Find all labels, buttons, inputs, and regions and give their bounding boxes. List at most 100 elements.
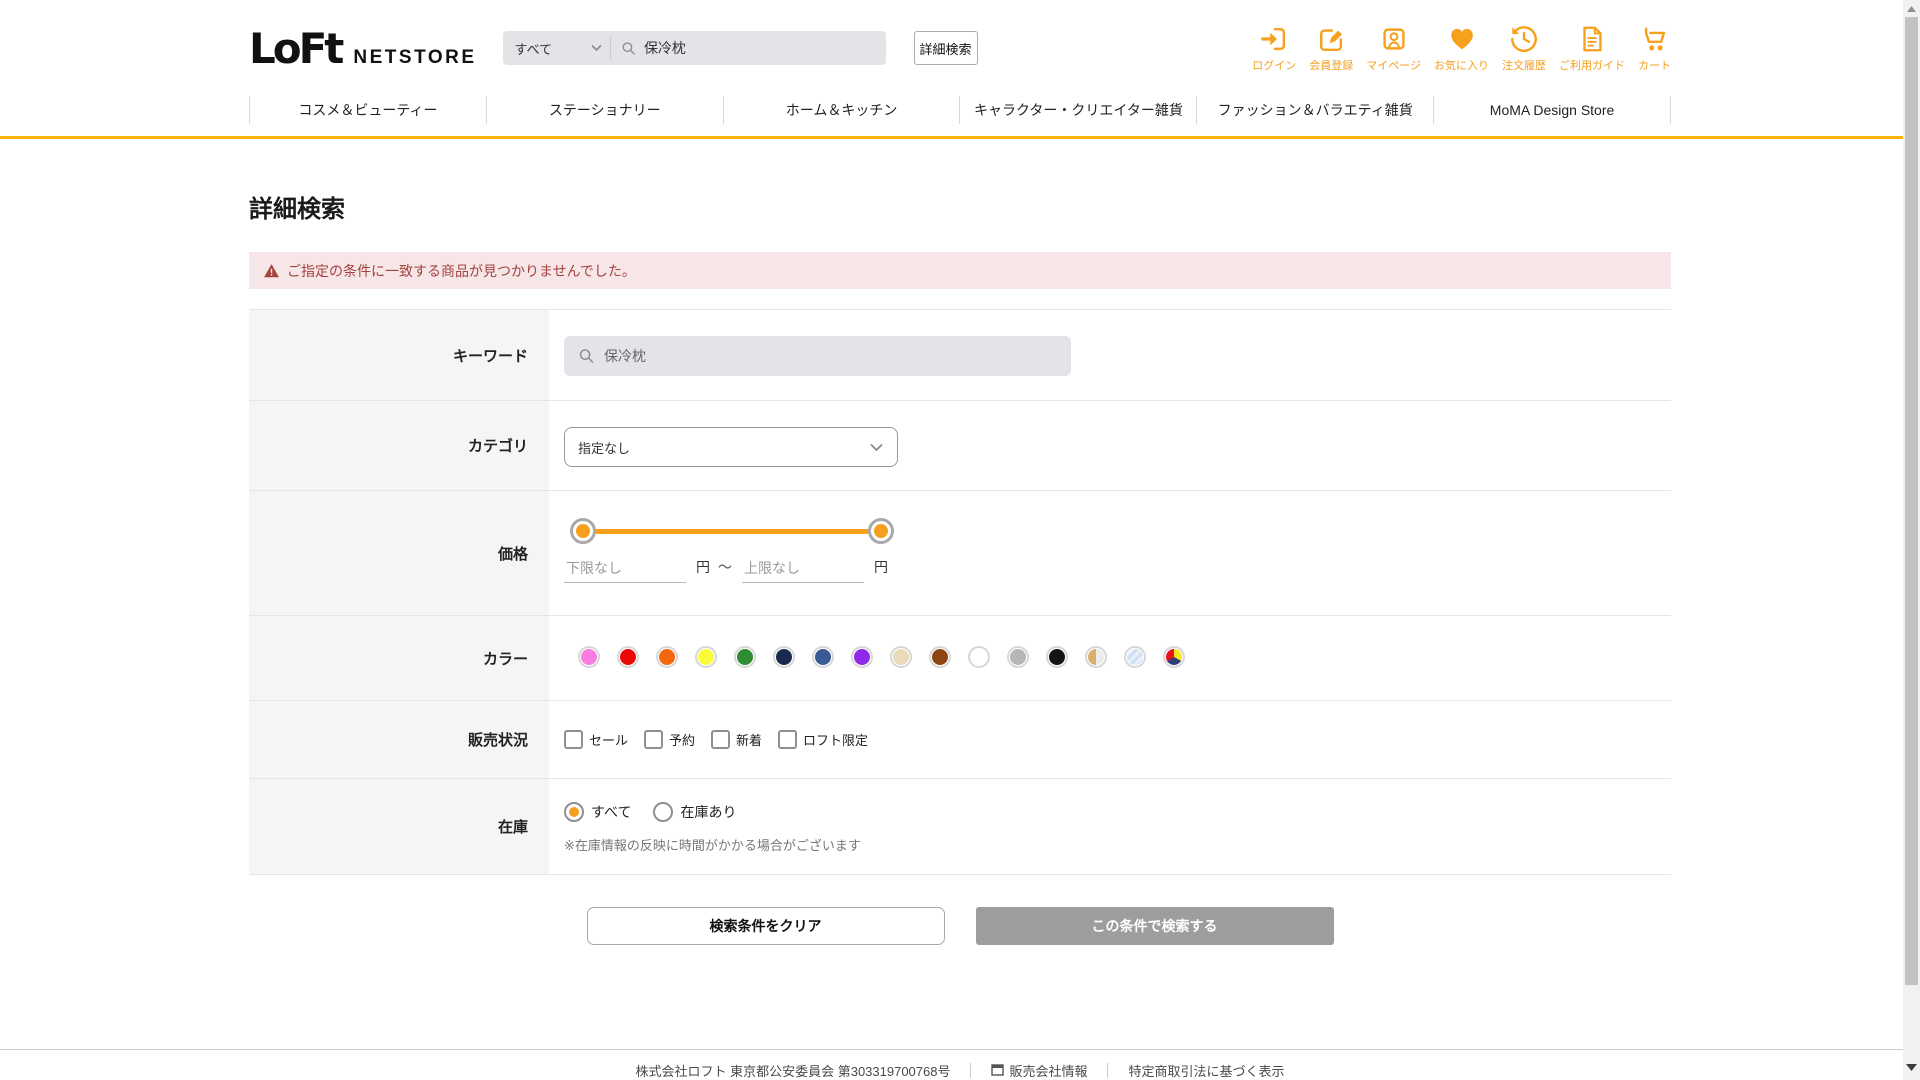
keyword-input[interactable]: [604, 348, 1057, 364]
favorites-icon: [1450, 28, 1473, 49]
scrollbar-thumb[interactable]: [1905, 17, 1918, 985]
sale-status-label: 販売状況: [249, 701, 549, 778]
color-swatch-yellow[interactable]: [695, 646, 717, 668]
header-search-group: すべて 詳細検索: [502, 31, 978, 65]
checkbox-new[interactable]: 新着: [711, 730, 762, 749]
main-content: 詳細検索 ご指定の条件に一致する商品が見つかりませんでした。 キーワード カテゴ…: [249, 189, 1671, 945]
color-swatch-black[interactable]: [1046, 646, 1068, 668]
guide-button[interactable]: ご利用ガイド: [1559, 24, 1625, 73]
checkbox-box: [778, 730, 798, 749]
checkbox-box: [644, 730, 664, 749]
clear-conditions-button[interactable]: 検索条件をクリア: [586, 907, 945, 945]
price-range-separator: ～: [718, 559, 732, 575]
color-swatch-gray[interactable]: [1007, 646, 1029, 668]
mypage-button[interactable]: マイページ: [1366, 24, 1421, 73]
scrollbar-up-arrow[interactable]: [1903, 0, 1920, 17]
order-history-button[interactable]: 注文履歴: [1502, 24, 1546, 73]
color-swatch-clear[interactable]: [1124, 646, 1146, 668]
color-swatch-brown[interactable]: [929, 646, 951, 668]
keyword-label: キーワード: [249, 310, 549, 400]
nav-item-character[interactable]: キャラクター・クリエイター雑貨: [959, 96, 1196, 124]
color-swatch-green[interactable]: [734, 646, 756, 668]
radio-stock-all[interactable]: すべて: [564, 802, 631, 822]
color-swatch-navy[interactable]: [773, 646, 795, 668]
checkbox-box: [564, 730, 583, 749]
color-swatch-blue[interactable]: [812, 646, 834, 668]
price-unit-max: 円: [874, 559, 888, 575]
order-history-icon: [1511, 25, 1537, 52]
stock-label: 在庫: [249, 779, 549, 874]
slider-handle-min[interactable]: [570, 518, 596, 544]
price-label: 価格: [249, 491, 549, 615]
price-min-input[interactable]: [564, 557, 686, 583]
checkbox-new-label: 新着: [736, 733, 763, 748]
sale-status-options: セール 予約 新着 ロフト限定: [564, 730, 1671, 749]
header-utility-icons: ログイン 会員登録 マイページ お気に入り 注文履歴 ご利用ガイド カート: [1252, 24, 1671, 73]
no-results-alert: ご指定の条件に一致する商品が見つかりませんでした。: [249, 252, 1671, 289]
loft-logo[interactable]: LoFt NETSTORE: [249, 24, 477, 73]
search-submit-button[interactable]: この条件で検索する: [975, 907, 1334, 945]
login-icon: [1261, 27, 1286, 50]
scrollbar-down-arrow[interactable]: [1903, 1059, 1920, 1076]
nav-item-fashion[interactable]: ファッション＆バラエティ雑貨: [1196, 96, 1433, 124]
color-swatch-purple[interactable]: [851, 646, 873, 668]
price-inputs: 円 ～ 円: [564, 557, 1671, 583]
category-selected-value: 指定なし: [578, 440, 631, 456]
checkbox-box: [711, 730, 731, 749]
chevron-down-icon: [591, 45, 601, 52]
guide-label: ご利用ガイド: [1559, 59, 1625, 72]
form-row-category: カテゴリ 指定なし: [249, 401, 1671, 491]
cart-icon: [1644, 26, 1665, 50]
slider-track[interactable]: [583, 529, 881, 534]
checkbox-sale[interactable]: セール: [564, 730, 628, 749]
detail-search-button[interactable]: 詳細検索: [913, 31, 978, 65]
header-search-input[interactable]: [643, 40, 876, 56]
footer-link-tokushoho-label: 特定商取引法に基づく表示: [1128, 1063, 1285, 1079]
register-button[interactable]: 会員登録: [1309, 24, 1353, 73]
header-search-bar: すべて: [502, 31, 886, 65]
nav-item-cosme[interactable]: コスメ＆ビューティー: [249, 96, 486, 124]
cart-button[interactable]: カート: [1638, 24, 1671, 73]
search-form: キーワード カテゴリ 指定なし 価格: [249, 309, 1671, 875]
register-icon: [1320, 28, 1344, 51]
price-unit-min: 円: [696, 559, 710, 575]
scrollbar[interactable]: [1903, 0, 1920, 1080]
radio-stock-available[interactable]: 在庫あり: [653, 802, 736, 822]
window-icon: [991, 1064, 1005, 1076]
price-max-input[interactable]: [742, 557, 864, 583]
nav-item-home-kitchen[interactable]: ホーム＆キッチン: [722, 96, 960, 124]
radio-circle: [653, 802, 674, 822]
footer-separator: [1107, 1062, 1109, 1078]
mypage-icon: [1383, 27, 1405, 50]
keyword-input-wrapper: [564, 336, 1071, 376]
color-swatch-gold-silver[interactable]: [1085, 646, 1107, 668]
logo-netstore-text: NETSTORE: [353, 46, 477, 68]
category-label: カテゴリ: [249, 401, 549, 490]
slider-handle-max[interactable]: [868, 518, 894, 544]
nav-item-stationery[interactable]: ステーショナリー: [485, 96, 723, 124]
color-swatch-white[interactable]: [968, 646, 990, 668]
color-swatch-pink[interactable]: [578, 646, 600, 668]
checkbox-reservation[interactable]: 予約: [644, 730, 695, 749]
checkbox-loft-exclusive-label: ロフト限定: [803, 733, 869, 748]
footer-link-seller-info[interactable]: 販売会社情報: [991, 1061, 1087, 1080]
color-swatch-multicolor[interactable]: [1163, 646, 1185, 668]
footer-link-seller-info-label: 販売会社情報: [1009, 1063, 1088, 1079]
site-footer: 株式会社ロフト 東京都公安委員会 第303319700768号 販売会社情報 特…: [0, 1049, 1920, 1080]
color-label: カラー: [249, 616, 549, 700]
color-swatch-orange[interactable]: [656, 646, 678, 668]
color-swatch-beige[interactable]: [890, 646, 912, 668]
form-actions: 検索条件をクリア この条件で検索する: [249, 907, 1671, 945]
footer-link-tokushoho[interactable]: 特定商取引法に基づく表示: [1128, 1061, 1284, 1080]
search-scope-select[interactable]: すべて: [503, 31, 610, 65]
checkbox-loft-exclusive[interactable]: ロフト限定: [778, 730, 868, 749]
cart-label: カート: [1638, 59, 1671, 72]
footer-company-text: 株式会社ロフト 東京都公安委員会 第303319700768号: [635, 1063, 951, 1079]
category-select[interactable]: 指定なし: [564, 427, 898, 467]
category-nav: コスメ＆ビューティー ステーショナリー ホーム＆キッチン キャラクター・クリエイ…: [0, 96, 1920, 124]
login-button[interactable]: ログイン: [1252, 24, 1296, 73]
color-swatch-red[interactable]: [617, 646, 639, 668]
favorites-button[interactable]: お気に入り: [1434, 24, 1489, 73]
stock-options: すべて 在庫あり: [564, 802, 1671, 822]
nav-item-moma[interactable]: MoMA Design Store: [1433, 96, 1671, 124]
